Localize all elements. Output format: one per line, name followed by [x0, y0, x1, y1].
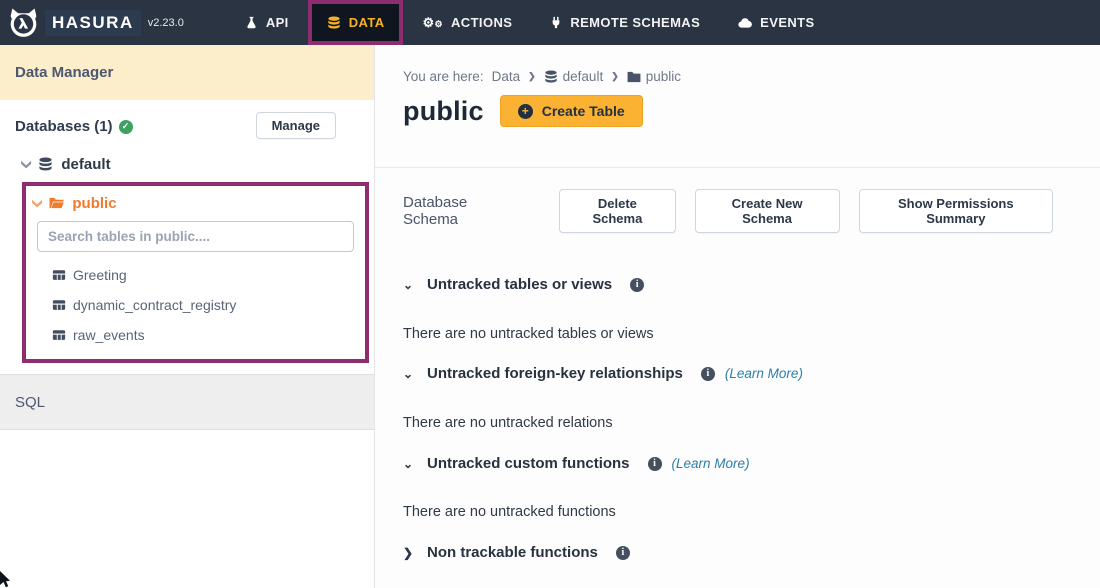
section-untracked-tables[interactable]: ⌄ Untracked tables or views i — [403, 276, 1072, 293]
data-manager-header: Data Manager — [0, 45, 374, 100]
gears-icon: ⚙⚙ — [422, 16, 443, 29]
section-divider — [375, 167, 1100, 168]
nav-tab-label: ACTIONS — [451, 15, 512, 30]
database-schema-label: Database Schema — [403, 194, 515, 228]
schema-name: public — [72, 195, 116, 212]
plus-circle-icon: + — [518, 104, 533, 119]
database-icon — [544, 70, 558, 84]
mouse-cursor — [0, 571, 14, 588]
nav-tabs: API DATA ⚙⚙ ACTIONS REMOTE SCHEMAS — [226, 0, 834, 45]
chevron-down-icon: ❯ — [21, 158, 32, 170]
annotation-box-public-schema: ❯ public Greeting — [22, 182, 369, 363]
learn-more-link[interactable]: (Learn More) — [725, 366, 803, 381]
flask-icon — [245, 16, 258, 29]
chevron-down-icon: ⌄ — [403, 367, 417, 381]
tree-item-database-default[interactable]: ❯ default — [0, 152, 374, 176]
database-schema-row: Database Schema Delete Schema Create New… — [403, 189, 1072, 233]
database-name: default — [61, 156, 110, 173]
table-icon — [52, 328, 66, 342]
section-title: Untracked tables or views — [427, 276, 612, 293]
databases-label: Databases (1) ✓ — [15, 118, 133, 135]
table-name: raw_events — [73, 327, 145, 343]
breadcrumb-prefix: You are here: — [403, 69, 484, 84]
top-nav: HASURA v2.23.0 API DATA ⚙⚙ ACTIONS — [0, 0, 1100, 45]
section-untracked-fk-relationships[interactable]: ⌄ Untracked foreign-key relationships i … — [403, 365, 1072, 382]
main-content: You are here: Data ❯ default ❯ public pu… — [375, 45, 1100, 588]
data-manager-label: Data Manager — [15, 64, 113, 81]
table-icon — [52, 268, 66, 282]
breadcrumb-item-public[interactable]: public — [627, 69, 681, 84]
sql-label: SQL — [15, 394, 45, 411]
table-name: dynamic_contract_registry — [73, 297, 236, 313]
nav-tab-events[interactable]: EVENTS — [719, 0, 833, 45]
cloud-icon — [738, 17, 752, 29]
section-title: Untracked custom functions — [427, 455, 630, 472]
table-item[interactable]: Greeting — [26, 260, 365, 290]
nav-tab-label: REMOTE SCHEMAS — [570, 15, 700, 30]
tree-item-schema-public[interactable]: ❯ public — [26, 186, 365, 212]
nav-tab-remote-schemas[interactable]: REMOTE SCHEMAS — [531, 0, 719, 45]
section-title: Non trackable functions — [427, 544, 598, 561]
chevron-right-icon: ❯ — [528, 71, 536, 82]
info-icon[interactable]: i — [701, 367, 715, 381]
table-item[interactable]: raw_events — [26, 320, 365, 350]
database-icon — [38, 157, 53, 172]
create-new-schema-button[interactable]: Create New Schema — [695, 189, 840, 233]
breadcrumb: You are here: Data ❯ default ❯ public — [403, 69, 1100, 84]
database-icon — [327, 16, 341, 30]
info-icon[interactable]: i — [630, 278, 644, 292]
info-icon[interactable]: i — [648, 457, 662, 471]
show-permissions-summary-button[interactable]: Show Permissions Summary — [859, 189, 1053, 233]
table-name: Greeting — [73, 267, 127, 283]
data-sidebar: Data Manager Databases (1) ✓ Manage ❯ de… — [0, 45, 375, 588]
nav-tab-label: EVENTS — [760, 15, 814, 30]
table-list: Greeting dynamic_contract_registry — [26, 260, 365, 350]
section-untracked-custom-functions[interactable]: ⌄ Untracked custom functions i (Learn Mo… — [403, 455, 1072, 472]
empty-state-text: There are no untracked relations — [403, 415, 1072, 431]
folder-open-icon — [49, 197, 64, 210]
databases-row: Databases (1) ✓ Manage — [0, 100, 374, 152]
chevron-down-icon: ❯ — [32, 197, 43, 209]
nav-tab-label: DATA — [349, 15, 385, 30]
brand-name: HASURA — [45, 10, 141, 36]
empty-state-text: There are no untracked tables or views — [403, 326, 1072, 342]
table-icon — [52, 298, 66, 312]
brand-version: v2.23.0 — [148, 17, 184, 29]
learn-more-link[interactable]: (Learn More) — [672, 456, 750, 471]
section-non-trackable-functions[interactable]: ❯ Non trackable functions i — [403, 544, 1072, 561]
plug-icon — [550, 16, 562, 29]
info-icon[interactable]: i — [616, 546, 630, 560]
nav-tab-label: API — [266, 15, 289, 30]
page-title: public — [403, 96, 484, 127]
breadcrumb-item-default[interactable]: default — [544, 69, 604, 84]
section-title: Untracked foreign-key relationships — [427, 365, 683, 382]
chevron-right-icon: ❯ — [403, 546, 417, 560]
manage-button[interactable]: Manage — [256, 112, 336, 139]
nav-tab-data[interactable]: DATA — [308, 0, 404, 45]
empty-state-text: There are no untracked functions — [403, 504, 1072, 520]
nav-tab-api[interactable]: API — [226, 0, 308, 45]
breadcrumb-item-data[interactable]: Data — [492, 69, 521, 84]
chevron-down-icon: ⌄ — [403, 457, 417, 471]
connected-check-icon: ✓ — [119, 120, 133, 134]
chevron-right-icon: ❯ — [611, 71, 619, 82]
table-search-input[interactable] — [37, 221, 354, 252]
sidebar-item-sql[interactable]: SQL — [0, 374, 374, 430]
title-row: public + Create Table — [403, 92, 1100, 130]
table-item[interactable]: dynamic_contract_registry — [26, 290, 365, 320]
create-table-button[interactable]: + Create Table — [500, 95, 643, 127]
hasura-logo-icon — [8, 7, 39, 38]
folder-icon — [627, 71, 641, 83]
delete-schema-button[interactable]: Delete Schema — [559, 189, 675, 233]
chevron-down-icon: ⌄ — [403, 278, 417, 292]
nav-tab-actions[interactable]: ⚙⚙ ACTIONS — [403, 0, 531, 45]
hasura-brand[interactable]: HASURA v2.23.0 — [0, 0, 198, 45]
